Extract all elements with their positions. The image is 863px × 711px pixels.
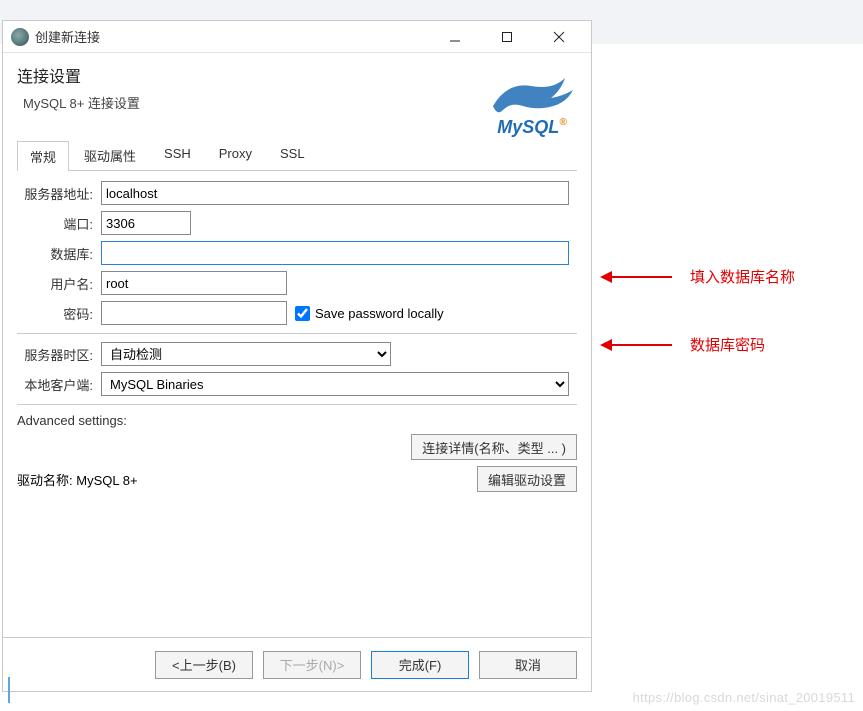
server-label: 服务器地址:: [17, 184, 101, 203]
titlebar: 创建新连接: [3, 21, 591, 53]
maximize-button[interactable]: [485, 23, 529, 51]
port-input[interactable]: [101, 211, 191, 235]
timezone-select[interactable]: 自动检测: [101, 342, 391, 366]
arrow-icon: [602, 344, 672, 346]
app-icon: [11, 28, 29, 46]
next-button: 下一步(N)>: [263, 651, 361, 679]
connection-details-button[interactable]: 连接详情(名称、类型 ... ): [411, 434, 577, 460]
text-cursor-indicator: [8, 677, 10, 703]
window-title: 创建新连接: [35, 27, 433, 46]
local-client-select[interactable]: MySQL Binaries: [101, 372, 569, 396]
password-input[interactable]: [101, 301, 287, 325]
tab-driver-properties[interactable]: 驱动属性: [71, 140, 149, 170]
finish-button[interactable]: 完成(F): [371, 651, 469, 679]
username-input[interactable]: [101, 271, 287, 295]
local-client-label: 本地客户端:: [17, 375, 101, 394]
arrow-icon: [602, 276, 672, 278]
watermark: https://blog.csdn.net/sinat_20019511: [633, 690, 855, 705]
annotation-database-text: 填入数据库名称: [690, 266, 795, 287]
port-label: 端口:: [17, 214, 101, 233]
database-input[interactable]: [101, 241, 569, 265]
database-label: 数据库:: [17, 244, 101, 263]
cancel-button[interactable]: 取消: [479, 651, 577, 679]
driver-name-label: 驱动名称:: [17, 473, 73, 488]
username-label: 用户名:: [17, 274, 101, 293]
annotation-database: 填入数据库名称: [602, 266, 795, 287]
edit-driver-button[interactable]: 编辑驱动设置: [477, 466, 577, 492]
annotation-password: 数据库密码: [602, 334, 765, 355]
close-button[interactable]: [537, 23, 581, 51]
annotation-password-text: 数据库密码: [690, 334, 765, 355]
tab-proxy[interactable]: Proxy: [206, 140, 265, 170]
connection-dialog: 创建新连接 连接设置 MySQL 8+ 连接设置 MySQL®: [2, 20, 592, 692]
server-input[interactable]: [101, 181, 569, 205]
driver-name-value: MySQL 8+: [76, 473, 137, 488]
minimize-button[interactable]: [433, 23, 477, 51]
advanced-settings-label: Advanced settings:: [17, 413, 577, 428]
tab-ssl[interactable]: SSL: [267, 140, 318, 170]
mysql-logo: MySQL®: [487, 76, 577, 138]
save-password-checkbox[interactable]: [295, 306, 310, 321]
tabs: 常规 驱动属性 SSH Proxy SSL: [17, 140, 577, 171]
back-button[interactable]: <上一步(B): [155, 651, 253, 679]
tab-general[interactable]: 常规: [17, 141, 69, 171]
wizard-buttons: <上一步(B) 下一步(N)> 完成(F) 取消: [3, 637, 591, 691]
save-password-label: Save password locally: [315, 306, 444, 321]
password-label: 密码:: [17, 304, 101, 323]
timezone-label: 服务器时区:: [17, 345, 101, 364]
tab-ssh[interactable]: SSH: [151, 140, 204, 170]
